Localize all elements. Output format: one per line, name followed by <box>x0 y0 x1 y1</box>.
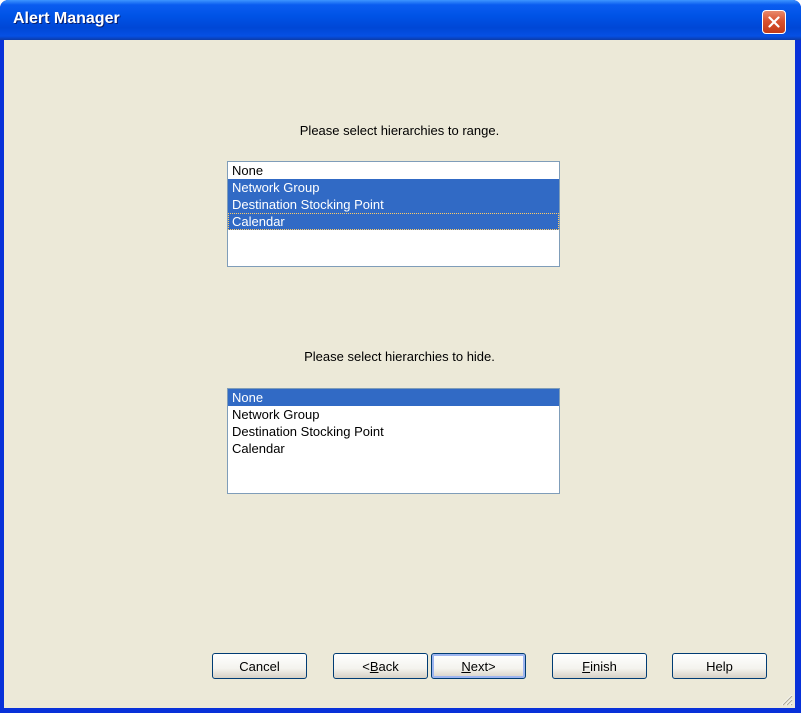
dialog-body: Please select hierarchies to range. None… <box>4 40 795 708</box>
back-button-label: <Back <box>362 658 399 674</box>
range-hierarchies-listbox[interactable]: None Network Group Destination Stocking … <box>227 161 560 267</box>
close-button[interactable] <box>762 10 786 34</box>
resize-grip-icon[interactable] <box>779 692 793 706</box>
range-prompt: Please select hierarchies to range. <box>299 123 500 138</box>
cancel-button-label: Cancel <box>239 658 280 674</box>
list-item[interactable]: None <box>228 389 559 406</box>
finish-button-label: Finish <box>582 658 617 674</box>
next-button-label: Next> <box>461 658 496 674</box>
cancel-button[interactable]: Cancel <box>212 653 307 679</box>
back-button[interactable]: <Back <box>333 653 428 679</box>
list-item[interactable]: Calendar <box>228 213 559 230</box>
window-title: Alert Manager <box>13 10 120 27</box>
hide-hierarchies-listbox[interactable]: None Network Group Destination Stocking … <box>227 388 560 494</box>
list-item[interactable]: Calendar <box>228 440 559 457</box>
hide-prompt: Please select hierarchies to hide. <box>304 349 495 364</box>
finish-button[interactable]: Finish <box>552 653 647 679</box>
help-button-label: Help <box>706 658 733 674</box>
next-button[interactable]: Next> <box>431 653 526 679</box>
title-bar[interactable]: Alert Manager <box>0 0 801 40</box>
list-item[interactable]: None <box>228 162 559 179</box>
close-icon <box>768 16 780 28</box>
dialog-window: Alert Manager Please select hierarchies … <box>0 0 801 713</box>
list-item[interactable]: Destination Stocking Point <box>228 196 559 213</box>
list-item[interactable]: Network Group <box>228 179 559 196</box>
list-item[interactable]: Network Group <box>228 406 559 423</box>
list-item[interactable]: Destination Stocking Point <box>228 423 559 440</box>
help-button[interactable]: Help <box>672 653 767 679</box>
